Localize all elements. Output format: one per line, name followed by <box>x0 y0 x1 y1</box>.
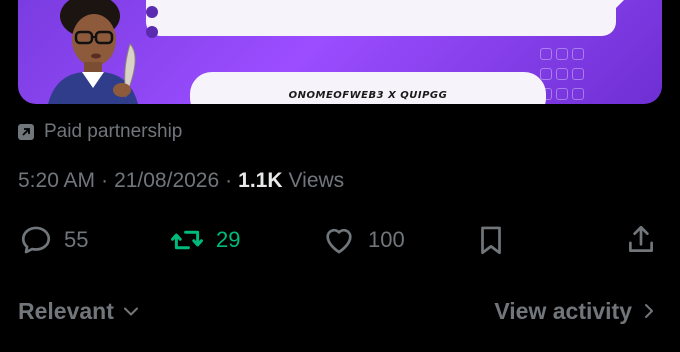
like-button[interactable]: 100 <box>320 222 405 258</box>
reply-count: 55 <box>64 227 89 252</box>
view-activity-label: View activity <box>494 297 632 324</box>
repost-icon <box>171 230 203 250</box>
reply-icon <box>21 226 51 254</box>
separator-dot: · <box>101 169 109 192</box>
replies-sort-dropdown[interactable]: Relevant <box>18 296 140 326</box>
credit-banner-text: ONOMEOFWEB3 X QUIPGG <box>288 90 448 101</box>
view-activity-link[interactable]: View activity <box>494 296 656 326</box>
share-button[interactable] <box>624 222 658 258</box>
like-count: 100 <box>368 227 405 252</box>
partnership-arrow-icon <box>18 124 34 140</box>
bookmark-button[interactable] <box>474 222 508 258</box>
reply-button[interactable]: 55 <box>18 222 88 258</box>
chevron-right-icon <box>645 304 653 318</box>
paid-partnership-label[interactable]: Paid partnership <box>18 120 182 144</box>
speech-bubble-tip <box>602 0 624 22</box>
post-date[interactable]: 21/08/2026 <box>114 169 219 193</box>
paid-partnership-text: Paid partnership <box>44 121 183 142</box>
post-media-image[interactable]: ONOMEOFWEB3 X QUIPGG <box>18 0 662 104</box>
repost-count: 29 <box>216 227 241 252</box>
repost-button[interactable]: 29 <box>168 222 240 258</box>
decorative-grid <box>540 48 588 104</box>
views-count[interactable]: 1.1K <box>238 169 282 193</box>
heart-icon <box>326 228 352 254</box>
post-metadata: 5:20 AM · 21/08/2026 · 1.1K Views <box>18 167 344 195</box>
views-label[interactable]: Views <box>289 169 345 193</box>
share-icon <box>629 225 653 252</box>
cartoon-character-illustration <box>48 0 138 104</box>
speech-bubble <box>146 0 616 36</box>
post-time[interactable]: 5:20 AM <box>18 169 95 193</box>
chevron-down-icon <box>123 307 138 316</box>
bookmark-icon <box>481 226 501 255</box>
replies-sort-label: Relevant <box>18 297 114 324</box>
separator-dot: · <box>225 169 233 192</box>
